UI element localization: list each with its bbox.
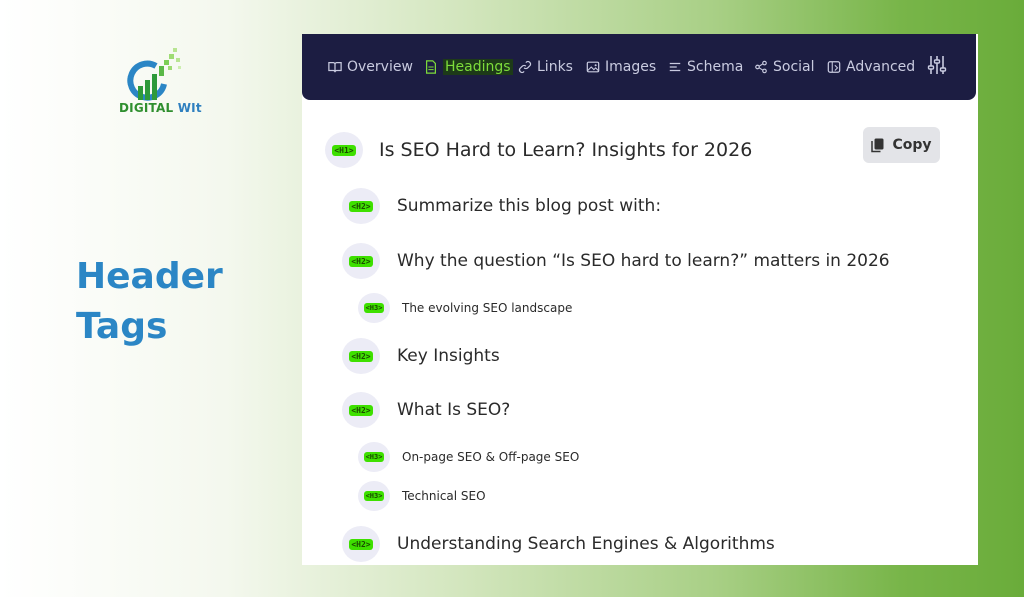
tab-advanced[interactable]: Advanced — [827, 55, 915, 79]
side-title-line2: Tags — [76, 306, 168, 347]
heading-text: On-page SEO & Off-page SEO — [402, 450, 580, 464]
heading-text: What Is SEO? — [397, 400, 511, 420]
heading-tag-badge: <H3> — [358, 481, 390, 511]
document-icon — [426, 60, 436, 74]
brand-name: DIGITAL WIt — [119, 101, 202, 115]
heading-tag-badge: <H2> — [342, 392, 380, 428]
tab-images[interactable]: Images — [586, 55, 656, 79]
heading-row-h2: <H2> Key Insights — [342, 338, 500, 374]
heading-text: Summarize this blog post with: — [397, 196, 662, 216]
heading-text: Why the question “Is SEO hard to learn?”… — [397, 251, 890, 271]
tab-headings[interactable]: Headings — [424, 55, 513, 79]
copy-label: Copy — [892, 137, 932, 153]
tab-overview[interactable]: Overview — [328, 55, 413, 79]
heading-tag-badge: <H2> — [342, 338, 380, 374]
heading-tag-badge: <H2> — [342, 526, 380, 562]
align-left-icon — [669, 62, 681, 72]
heading-tag-badge: <H3> — [358, 293, 390, 323]
heading-row-h3: <H3> On-page SEO & Off-page SEO — [358, 442, 579, 472]
book-icon — [328, 62, 342, 73]
heading-text: Technical SEO — [402, 489, 486, 503]
heading-row-h2: <H2> Summarize this blog post with: — [342, 188, 661, 224]
tab-social[interactable]: Social — [754, 55, 815, 79]
heading-tag-badge: <H2> — [342, 188, 380, 224]
heading-tag-badge: <H3> — [358, 442, 390, 472]
heading-row-h1: <H1> Is SEO Hard to Learn? Insights for … — [325, 132, 752, 168]
heading-text: The evolving SEO landscape — [402, 301, 573, 315]
side-title-line1: Header — [76, 256, 223, 297]
heading-row-h2: <H2> Why the question “Is SEO hard to le… — [342, 243, 890, 279]
tab-links[interactable]: Links — [518, 55, 573, 79]
copy-button[interactable]: Copy — [863, 127, 940, 163]
tab-schema[interactable]: Schema — [668, 55, 743, 79]
copy-icon — [871, 138, 884, 152]
side-title: Header Tags — [76, 252, 223, 352]
heading-row-h2: <H2> What Is SEO? — [342, 392, 510, 428]
heading-row-h3: <H3> The evolving SEO landscape — [358, 293, 572, 323]
advanced-icon — [827, 61, 841, 73]
share-icon — [755, 60, 767, 74]
seo-panel: Overview Headings Links Images Schema So… — [302, 34, 978, 565]
heading-row-h3: <H3> Technical SEO — [358, 481, 486, 511]
image-icon — [586, 61, 600, 73]
heading-text: Understanding Search Engines & Algorithm… — [397, 534, 775, 554]
heading-text: Key Insights — [397, 346, 500, 366]
link-icon — [518, 60, 532, 74]
settings-sliders-icon[interactable] — [926, 54, 948, 76]
heading-text: Is SEO Hard to Learn? Insights for 2026 — [379, 139, 753, 161]
nav-bar: Overview Headings Links Images Schema So… — [302, 34, 976, 100]
heading-row-h2: <H2> Understanding Search Engines & Algo… — [342, 526, 775, 562]
heading-tag-badge: <H2> — [342, 243, 380, 279]
heading-tag-badge: <H1> — [325, 132, 363, 168]
